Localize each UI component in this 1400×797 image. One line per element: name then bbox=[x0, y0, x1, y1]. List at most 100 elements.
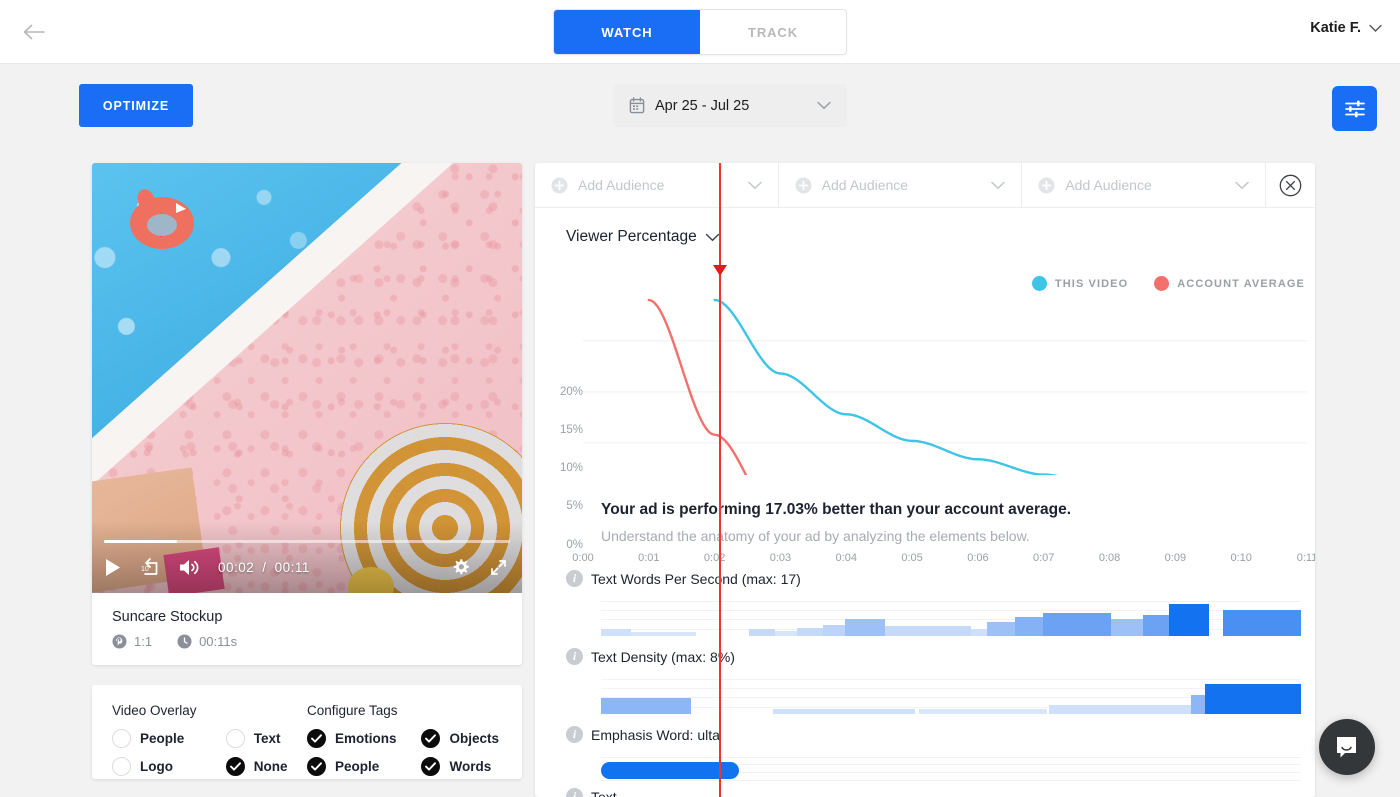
metric-selector-label: Viewer Percentage bbox=[566, 228, 697, 245]
info-icon[interactable]: i bbox=[566, 570, 583, 587]
replay-10-button[interactable]: 10 bbox=[139, 557, 160, 577]
x-tick-5: 0:05 bbox=[901, 552, 923, 564]
metric-bars-emphasis-word[interactable] bbox=[601, 754, 1301, 786]
video-preview-card: 10 00:02 / 00:11 Suncare Stockup 1:1 00:… bbox=[92, 163, 522, 665]
info-icon[interactable]: i bbox=[566, 726, 583, 743]
metric-bar bbox=[1015, 617, 1043, 636]
chart-series-this-video bbox=[713, 298, 1059, 475]
radio-none[interactable]: None bbox=[225, 757, 307, 776]
bar-gridline bbox=[601, 688, 1301, 690]
x-tick-8: 0:08 bbox=[1098, 552, 1121, 564]
player-controls: 10 00:02 / 00:11 bbox=[104, 551, 510, 583]
page-toolbar: OPTIMIZE Apr 25 - Jul 25 bbox=[0, 64, 1400, 148]
volume-button[interactable] bbox=[178, 558, 200, 577]
info-icon[interactable]: i bbox=[566, 648, 583, 665]
video-aspect-ratio: 1:1 bbox=[134, 634, 153, 649]
radio-people[interactable]: People bbox=[112, 729, 204, 748]
chart-series-account-average bbox=[647, 298, 748, 475]
checkbox-words[interactable]: Words bbox=[421, 757, 502, 776]
add-audience-3[interactable]: Add Audience bbox=[1022, 163, 1267, 207]
metric-bar bbox=[1143, 615, 1169, 636]
y-tick-0: 0% bbox=[566, 539, 583, 551]
metric-bar bbox=[773, 709, 915, 714]
tab-track[interactable]: TRACK bbox=[700, 10, 846, 54]
optimize-button[interactable]: OPTIMIZE bbox=[79, 84, 193, 127]
checkbox-label: Emotions bbox=[335, 731, 397, 746]
video-overlay-title: Video Overlay bbox=[112, 703, 197, 718]
video-title: Suncare Stockup bbox=[112, 609, 223, 625]
metric-pill bbox=[601, 762, 739, 779]
radio-label: None bbox=[253, 759, 288, 774]
checkbox-label: People bbox=[335, 759, 380, 774]
add-audience-label: Add Audience bbox=[1065, 177, 1152, 193]
svg-text:10: 10 bbox=[141, 566, 149, 573]
video-progress-bar[interactable] bbox=[104, 540, 510, 543]
metric-bars-text-words-per-second[interactable] bbox=[601, 598, 1301, 636]
info-icon[interactable]: i bbox=[566, 788, 583, 797]
add-audience-2[interactable]: Add Audience bbox=[779, 163, 1023, 207]
metric-bar bbox=[601, 698, 691, 714]
x-tick-10: 0:10 bbox=[1230, 552, 1252, 564]
checkbox-objects[interactable]: Objects bbox=[421, 729, 502, 748]
user-menu[interactable]: Katie F. bbox=[1310, 20, 1382, 36]
metric-row-header: i Emphasis Word: ulta bbox=[566, 726, 1315, 743]
checkbox-icon-checked bbox=[307, 757, 326, 776]
metric-bar bbox=[749, 629, 775, 636]
metric-row-title: Emphasis Word: ulta bbox=[591, 726, 720, 743]
metric-bar bbox=[1043, 613, 1111, 636]
check-icon bbox=[425, 734, 437, 743]
metric-row-emphasis-word: i Emphasis Word: ulta bbox=[535, 714, 1315, 786]
back-button[interactable] bbox=[20, 18, 48, 46]
x-tick-2: 0:02 bbox=[703, 552, 726, 564]
checkbox-icon-checked bbox=[421, 729, 441, 748]
fullscreen-button[interactable] bbox=[489, 558, 508, 577]
checkbox-people[interactable]: People bbox=[307, 757, 399, 776]
chat-launcher-button[interactable] bbox=[1319, 719, 1375, 775]
chevron-down-icon bbox=[1235, 181, 1249, 189]
check-icon bbox=[311, 734, 322, 743]
tab-watch[interactable]: WATCH bbox=[554, 10, 700, 54]
video-submeta: 1:1 00:11s bbox=[112, 634, 502, 649]
metric-bar bbox=[919, 709, 1047, 714]
metric-bars-text-density[interactable] bbox=[601, 676, 1301, 714]
x-tick-7: 0:07 bbox=[1033, 552, 1055, 564]
radio-text[interactable]: Text bbox=[225, 729, 307, 748]
video-player[interactable]: 10 00:02 / 00:11 bbox=[92, 163, 522, 593]
checkbox-label: Words bbox=[449, 759, 492, 774]
plus-circle-icon bbox=[1038, 177, 1055, 193]
chevron-down-icon bbox=[747, 181, 762, 189]
radio-icon bbox=[112, 729, 131, 748]
chart-canvas bbox=[583, 298, 1307, 475]
y-tick-1: 5% bbox=[566, 500, 583, 512]
radio-label: Text bbox=[253, 731, 281, 746]
metric-bar bbox=[971, 629, 987, 636]
play-button[interactable] bbox=[104, 558, 121, 577]
video-current-time: 00:02 bbox=[218, 559, 255, 575]
close-audience-bar-button[interactable] bbox=[1266, 163, 1315, 207]
filter-settings-button[interactable] bbox=[1332, 86, 1377, 131]
check-icon bbox=[425, 762, 437, 771]
metric-bar bbox=[775, 631, 797, 636]
x-tick-1: 0:01 bbox=[638, 552, 660, 564]
metric-bar bbox=[1191, 695, 1205, 714]
add-audience-1[interactable]: Add Audience bbox=[535, 163, 779, 207]
metric-bar bbox=[601, 629, 631, 636]
metric-bar bbox=[987, 622, 1015, 636]
radio-label: People bbox=[140, 731, 185, 746]
video-overlay-options: People Text Logo None bbox=[112, 729, 307, 776]
performance-subline: Understand the anatomy of your ad by ana… bbox=[601, 528, 1030, 544]
video-progress-fill bbox=[104, 540, 178, 543]
metric-selector[interactable]: Viewer Percentage bbox=[535, 208, 1315, 246]
date-range-picker[interactable]: Apr 25 - Jul 25 bbox=[613, 84, 847, 127]
sliders-icon bbox=[1344, 100, 1365, 117]
performance-headline: Your ad is performing 17.03% better than… bbox=[601, 501, 1072, 518]
metric-bar bbox=[1111, 619, 1143, 636]
video-overlay-group: Video Overlay People Text Logo None bbox=[112, 703, 307, 776]
chevron-down-icon bbox=[1369, 24, 1382, 32]
radio-logo[interactable]: Logo bbox=[112, 757, 204, 776]
bar-gridline bbox=[601, 756, 1301, 758]
arrow-left-icon bbox=[23, 24, 45, 40]
checkbox-emotions[interactable]: Emotions bbox=[307, 729, 399, 748]
video-settings-button[interactable] bbox=[450, 557, 471, 578]
plus-circle-icon bbox=[795, 177, 812, 193]
